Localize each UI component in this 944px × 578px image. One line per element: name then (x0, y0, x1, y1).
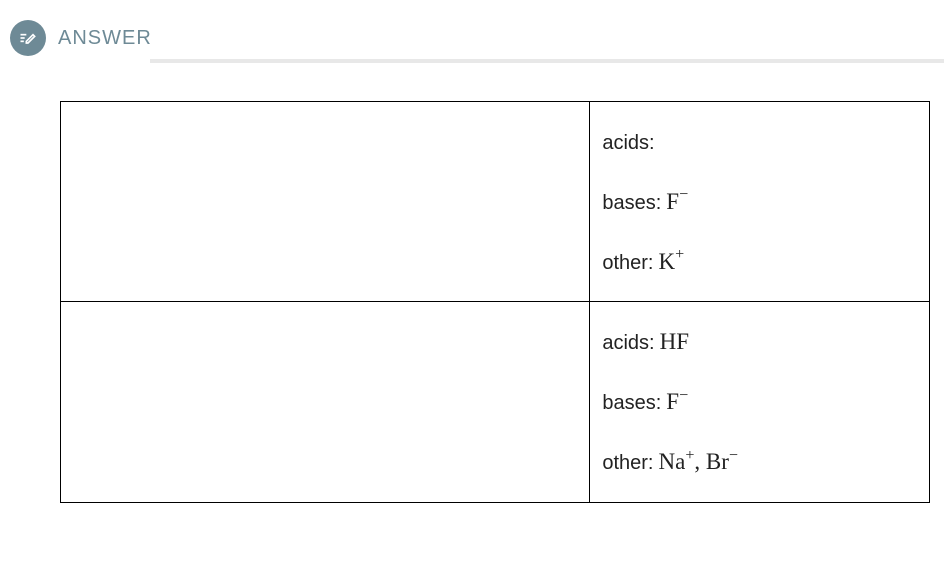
row0-left-cell (61, 102, 590, 302)
table-row: acids: bases: F− other: K+ (61, 102, 930, 302)
row0-other-line: other: K+ (602, 232, 917, 292)
other-value: Na+, Br− (658, 449, 737, 474)
answer-header: ANSWER (0, 0, 944, 56)
acids-label: acids: (602, 132, 654, 154)
row0-right-cell: acids: bases: F− other: K+ (590, 102, 930, 302)
row0-acids-line: acids: (602, 112, 917, 172)
answer-table: acids: bases: F− other: K+ acids: (60, 101, 930, 503)
bases-label: bases: (602, 192, 661, 214)
row1-right-cell: acids: HF bases: F− other: Na+, Br− (590, 302, 930, 502)
header-divider (150, 59, 944, 63)
bases-value: F− (666, 189, 688, 214)
pencil-note-icon (10, 20, 46, 56)
acids-value: HF (660, 329, 689, 354)
bases-label: bases: (602, 392, 661, 414)
row1-acids-line: acids: HF (602, 312, 917, 372)
acids-label: acids: (602, 332, 654, 354)
answer-title: ANSWER (58, 27, 152, 50)
row0-bases-line: bases: F− (602, 172, 917, 232)
other-value: K+ (658, 249, 684, 274)
table-row: acids: HF bases: F− other: Na+, Br− (61, 302, 930, 502)
other-label: other: (602, 452, 653, 474)
bases-value: F− (666, 389, 688, 414)
row1-left-cell (61, 302, 590, 502)
content-area: acids: bases: F− other: K+ acids: (0, 56, 944, 503)
row1-other-line: other: Na+, Br− (602, 432, 917, 492)
row1-bases-line: bases: F− (602, 372, 917, 432)
other-label: other: (602, 252, 653, 274)
